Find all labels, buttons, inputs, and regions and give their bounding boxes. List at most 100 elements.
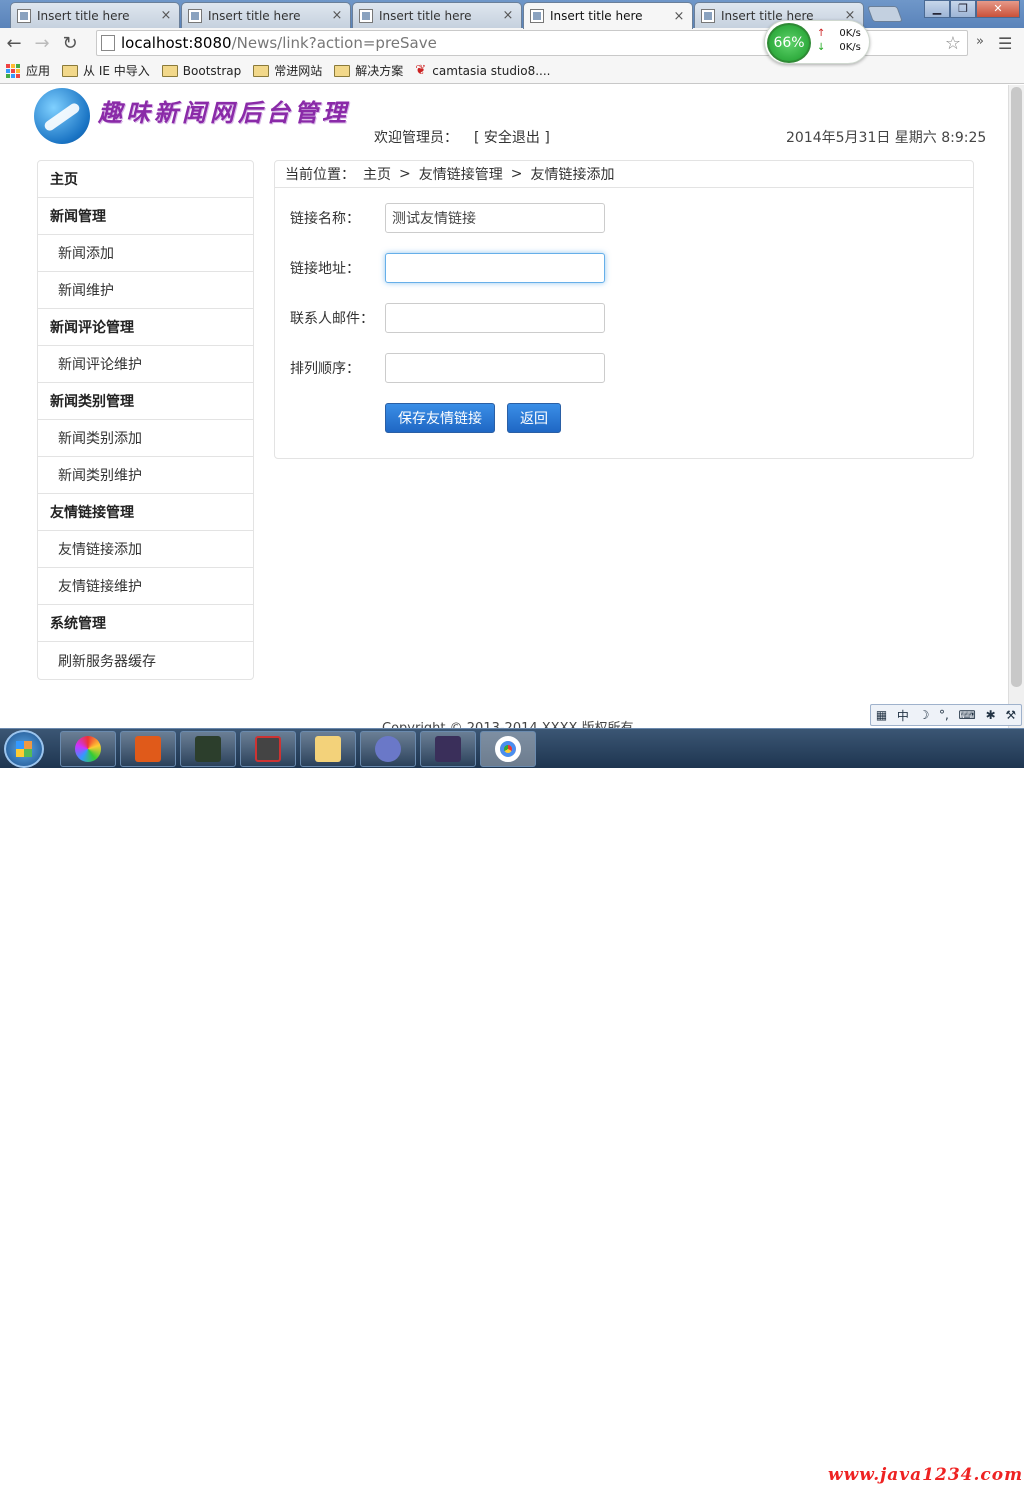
taskbar-app-picasa-icon[interactable] xyxy=(60,731,116,767)
breadcrumb-home[interactable]: 主页 xyxy=(363,164,391,184)
taskbar-app-powerpoint-icon[interactable] xyxy=(120,731,176,767)
close-window-button[interactable]: ✕ xyxy=(976,0,1020,18)
sidebar-group-comments[interactable]: 新闻评论管理 xyxy=(38,309,253,346)
bookmark-apps[interactable]: 应用 xyxy=(6,62,50,79)
url-host: localhost:8080 xyxy=(121,34,232,52)
extensions-overflow-icon[interactable]: » xyxy=(976,34,984,49)
back-button[interactable]: 返回 xyxy=(507,403,561,433)
camtasia-icon: ❦ xyxy=(415,62,427,78)
page-scrollbar[interactable] xyxy=(1008,85,1024,728)
reload-icon[interactable]: ↻ xyxy=(56,29,84,57)
breadcrumb: 当前位置： 主页 > 友情链接管理 > 友情链接添加 xyxy=(275,161,973,188)
taskbar-app-mysql-icon[interactable] xyxy=(360,731,416,767)
page-favicon-icon xyxy=(701,8,715,23)
forward-arrow-icon[interactable]: → xyxy=(28,29,56,57)
ime-punct-icon[interactable]: °, xyxy=(939,708,949,722)
upload-rate: 0K/s xyxy=(839,28,861,39)
tab-close-icon[interactable]: × xyxy=(501,8,515,23)
network-speed-meter[interactable]: 66% ↑ 0K/s ↓ 0K/s xyxy=(764,20,870,64)
ime-settings-icon[interactable]: ✱ xyxy=(986,708,996,722)
page-favicon-icon xyxy=(530,9,544,23)
link-url-label: 链接地址： xyxy=(290,261,360,277)
bookmark-folder[interactable]: 解决方案 xyxy=(334,62,403,79)
apps-icon xyxy=(6,63,20,78)
tab-title: Insert title here xyxy=(208,8,301,23)
bookmark-folder[interactable]: 常进网站 xyxy=(253,62,322,79)
bookmark-camtasia[interactable]: ❦ camtasia studio8.... xyxy=(415,62,551,78)
bookmark-label: Bootstrap xyxy=(182,63,242,78)
page-content: 趣味新闻网后台管理 欢迎管理员： [ 安全退出 ] 2014年5月31日 星期六… xyxy=(0,85,1008,728)
sidebar-item-category-maintain[interactable]: 新闻类别维护 xyxy=(38,457,253,494)
breadcrumb-separator: > xyxy=(510,166,523,182)
save-link-button[interactable]: 保存友情链接 xyxy=(385,403,495,433)
url-text[interactable]: localhost:8080/News/link?action=preSave xyxy=(121,34,437,52)
taskbar-app-cmd-icon[interactable] xyxy=(240,731,296,767)
tab-close-icon[interactable]: × xyxy=(672,9,686,24)
cpu-usage-percent: 66% xyxy=(767,23,811,63)
tab-close-icon[interactable]: × xyxy=(330,8,344,23)
bookmark-folder[interactable]: 从 IE 中导入 xyxy=(62,62,150,79)
scrollbar-thumb[interactable] xyxy=(1011,87,1022,687)
sidebar-item-link-maintain[interactable]: 友情链接维护 xyxy=(38,568,253,605)
window-controls: ▁ ❐ ✕ xyxy=(924,0,1020,18)
new-tab-button[interactable] xyxy=(867,6,903,22)
tab-title: Insert title here xyxy=(379,8,472,23)
bookmark-folder[interactable]: Bootstrap xyxy=(161,63,242,78)
upload-arrow-icon: ↑ xyxy=(817,28,826,39)
back-arrow-icon[interactable]: ← xyxy=(0,29,28,57)
maximize-button[interactable]: ❐ xyxy=(950,0,976,18)
logout-link[interactable]: [ 安全退出 ] xyxy=(474,127,550,147)
ime-keyboard-icon[interactable]: ⌨ xyxy=(959,708,976,722)
ime-toolbar[interactable]: ▦ 中 ☽ °, ⌨ ✱ ⚒ xyxy=(870,704,1022,726)
sidebar-group-news[interactable]: 新闻管理 xyxy=(38,198,253,235)
browser-tab[interactable]: Insert title here × xyxy=(181,2,351,28)
link-name-label: 链接名称： xyxy=(290,211,360,227)
ime-moon-icon[interactable]: ☽ xyxy=(919,708,930,722)
ime-mode-icon[interactable]: ▦ xyxy=(876,708,887,722)
breadcrumb-links[interactable]: 友情链接管理 xyxy=(419,164,503,184)
bookmark-label: 常进网站 xyxy=(274,64,323,78)
windows-taskbar: www.java1234.com xyxy=(0,728,1024,1485)
taskbar-app-explorer-icon[interactable] xyxy=(300,731,356,767)
menu-icon[interactable]: ☰ xyxy=(998,34,1012,53)
browser-toolbar: ← → ↻ localhost:8080/News/link?action=pr… xyxy=(0,28,1024,58)
folder-icon xyxy=(334,64,351,77)
sidebar-item-news-maintain[interactable]: 新闻维护 xyxy=(38,272,253,309)
link-name-input[interactable] xyxy=(385,203,605,233)
ime-tool-icon[interactable]: ⚒ xyxy=(1005,708,1016,722)
tab-close-icon[interactable]: × xyxy=(159,8,173,23)
start-button-icon[interactable] xyxy=(4,730,44,768)
bookmark-star-icon[interactable]: ☆ xyxy=(945,33,961,54)
bookmark-label: 从 IE 中导入 xyxy=(83,64,150,78)
breadcrumb-separator: > xyxy=(399,166,411,182)
page-favicon-icon xyxy=(188,8,202,23)
folder-icon xyxy=(62,64,79,77)
browser-tab[interactable]: Insert title here × xyxy=(352,2,522,28)
sidebar-group-links[interactable]: 友情链接管理 xyxy=(38,494,253,531)
tab-title: Insert title here xyxy=(550,9,643,23)
contact-email-input[interactable] xyxy=(385,303,605,333)
browser-tab[interactable]: Insert title here × xyxy=(10,2,180,28)
taskbar-app-terminal-icon[interactable] xyxy=(180,731,236,767)
sidebar-group-categories[interactable]: 新闻类别管理 xyxy=(38,383,253,420)
sidebar-item-comments-maintain[interactable]: 新闻评论维护 xyxy=(38,346,253,383)
sidebar-group-system[interactable]: 系统管理 xyxy=(38,605,253,642)
form-row-url: 链接地址： xyxy=(290,253,605,283)
breadcrumb-current: 友情链接添加 xyxy=(530,167,615,183)
link-url-input[interactable] xyxy=(385,253,605,283)
sidebar-item-category-add[interactable]: 新闻类别添加 xyxy=(38,420,253,457)
bookmark-label: 应用 xyxy=(26,64,51,78)
sidebar-item-home[interactable]: 主页 xyxy=(38,161,253,198)
watermark-text: www.java1234.com xyxy=(828,1465,1024,1485)
minimize-button[interactable]: ▁ xyxy=(924,0,950,18)
sidebar-item-news-add[interactable]: 新闻添加 xyxy=(38,235,253,272)
ime-language[interactable]: 中 xyxy=(897,707,909,724)
taskbar-app-chrome-icon[interactable] xyxy=(480,731,536,767)
browser-tab-active[interactable]: Insert title here × xyxy=(523,2,693,29)
form-row-email: 联系人邮件： xyxy=(290,303,605,333)
sidebar-item-refresh-cache[interactable]: 刷新服务器缓存 xyxy=(38,642,253,679)
sidebar-item-link-add[interactable]: 友情链接添加 xyxy=(38,531,253,568)
bookmark-label: camtasia studio8.... xyxy=(432,63,551,78)
taskbar-app-eclipse-icon[interactable] xyxy=(420,731,476,767)
sort-order-input[interactable] xyxy=(385,353,605,383)
